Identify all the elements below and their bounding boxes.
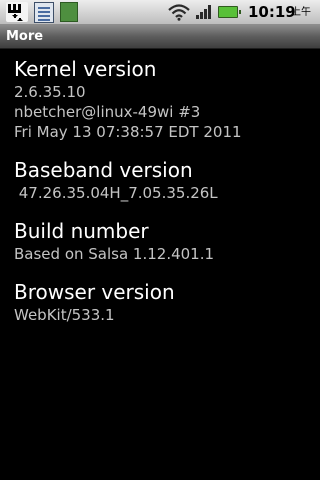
- usb-debugging-icon: [6, 2, 28, 22]
- app-icon: [60, 2, 78, 22]
- clock-time: 10:19: [248, 3, 296, 21]
- screen: 10:19 上午 More Kernel version 2.6.35.10 n…: [0, 0, 320, 480]
- build-number-item[interactable]: Build number Based on Salsa 1.12.401.1: [14, 218, 314, 264]
- build-number-value: Based on Salsa 1.12.401.1: [14, 245, 215, 263]
- build-number-title: Build number: [14, 219, 149, 243]
- baseband-version-title: Baseband version: [14, 158, 193, 182]
- baseband-version-item[interactable]: Baseband version 47.26.35.04H_7.05.35.26…: [14, 157, 314, 203]
- baseband-version-value: 47.26.35.04H_7.05.35.26L: [14, 184, 218, 202]
- kernel-version-title: Kernel version: [14, 57, 157, 81]
- kernel-build-date: Fri May 13 07:38:57 EDT 2011: [14, 123, 242, 141]
- wifi-icon: [168, 4, 190, 21]
- status-bar[interactable]: 10:19 上午: [0, 0, 320, 25]
- kernel-build-user: nbetcher@linux-49wi #3: [14, 103, 201, 121]
- browser-version-title: Browser version: [14, 280, 175, 304]
- clock-ampm: 上午: [291, 7, 311, 18]
- signal-icon: [196, 5, 211, 19]
- kernel-version-item[interactable]: Kernel version 2.6.35.10 nbetcher@linux-…: [14, 56, 314, 142]
- page-title: More: [6, 29, 44, 44]
- title-bar: More: [0, 25, 320, 49]
- document-icon: [34, 2, 54, 23]
- battery-icon: [218, 6, 241, 18]
- browser-version-value: WebKit/533.1: [14, 306, 115, 324]
- browser-version-item[interactable]: Browser version WebKit/533.1: [14, 279, 314, 325]
- kernel-version-value: 2.6.35.10: [14, 83, 86, 101]
